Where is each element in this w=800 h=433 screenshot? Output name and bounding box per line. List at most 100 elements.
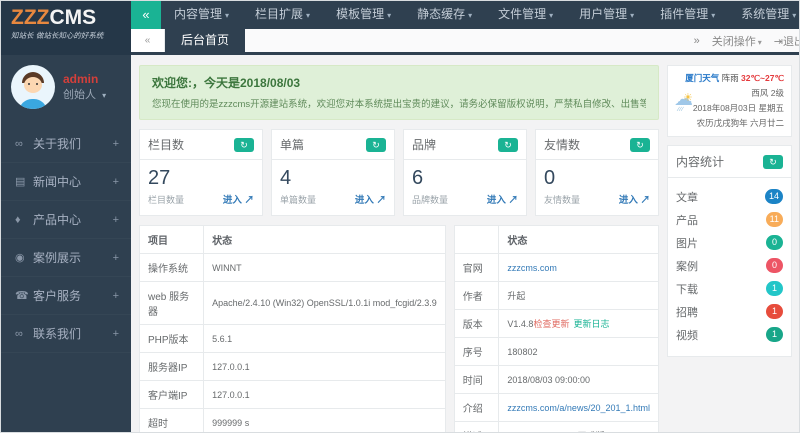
expand-plus-icon[interactable]: + — [113, 214, 119, 226]
card-label: 单篇数量 — [280, 195, 317, 205]
row-label: 版本 — [454, 309, 500, 338]
news-icon: ▤ — [15, 176, 26, 188]
cloud-sun-rain-icon: ☀ ☁ ∕∕∕ — [674, 90, 704, 115]
nav-item-template-management[interactable]: 模板管理 ▾ — [323, 1, 404, 30]
nav-item-plugin-management[interactable]: 插件管理 ▾ — [647, 1, 728, 30]
stat-cards-row: 栏目数 ↻ 27 栏目数量 进入 ↗ 单篇 ↻ 4 单篇数量 进入 ↗ 品牌 ↻… — [139, 129, 659, 216]
user-role-dropdown[interactable]: 创始人 ▾ — [63, 86, 106, 102]
count-badge: 1 — [766, 304, 783, 319]
refresh-icon: ↻ — [504, 139, 512, 150]
tabs-scroll-right-button[interactable]: » — [694, 35, 700, 47]
card-action-button[interactable]: ↻ — [234, 137, 254, 152]
row-label: 操作系统 — [140, 253, 205, 282]
system-info-table: 项目 状态 操作系统 WINNT web 服务器 Apache/2.4.10 (Wi… — [140, 226, 445, 432]
column-header: 状态 — [498, 226, 658, 254]
tab-dashboard[interactable]: 后台首页 — [165, 29, 246, 52]
sidebar-item-label: 关于我们 — [33, 137, 82, 151]
stat-label: 下载 — [676, 283, 698, 296]
sidebar-collapse-button[interactable]: « — [131, 1, 161, 29]
enter-label: 进入 — [354, 195, 374, 206]
sidebar-item-service[interactable]: ☎ 客户服务 + — [1, 277, 131, 315]
enter-link[interactable]: 进入 ↗ — [619, 192, 650, 206]
card-action-button[interactable]: ↻ — [366, 137, 386, 152]
collapse-icon: « — [142, 7, 150, 22]
stat-row-cases[interactable]: 案例 0 — [676, 254, 783, 277]
logout-icon: ⇥ — [773, 35, 783, 48]
stats-action-button[interactable]: ↻ — [763, 154, 783, 169]
weather-card: 厦门天气 阵雨 32℃~27℃ 西风 2级 2018年08月03日 星期五 农历… — [667, 65, 792, 137]
stat-row-downloads[interactable]: 下载 1 — [676, 277, 783, 300]
nav-item-content-management[interactable]: 内容管理 ▾ — [161, 1, 242, 30]
showcase-icon: ◉ — [15, 252, 25, 264]
count-badge: 11 — [765, 212, 783, 227]
nav-item-static-cache[interactable]: 静态缓存 ▾ — [404, 1, 485, 30]
table-header-row: 项目 状态 — [140, 226, 445, 254]
nav-label: 用户管理 — [579, 7, 628, 21]
logout-label: 退出 — [783, 35, 799, 48]
arrow-up-right-icon: ↗ — [508, 195, 518, 206]
tab-bar: « 后台首页 » 关闭操作▾ ⇥退出 — [131, 29, 799, 55]
sidebar-item-label: 案例展示 — [33, 251, 82, 265]
stat-row-images[interactable]: 图片 0 — [676, 231, 783, 254]
sidebar-item-contact[interactable]: ∞ 联系我们 + — [1, 315, 131, 353]
expand-plus-icon[interactable]: + — [113, 290, 119, 302]
sidebar-item-products[interactable]: ♦ 产品中心 + — [1, 201, 131, 239]
stat-row-jobs[interactable]: 招聘 1 — [676, 300, 783, 323]
refresh-icon: ↻ — [636, 139, 644, 150]
enter-link[interactable]: 进入 ↗ — [355, 192, 386, 206]
logout-button[interactable]: ⇥退出 — [774, 33, 799, 49]
expand-plus-icon[interactable]: + — [113, 138, 119, 150]
enter-link[interactable]: 进入 ↗ — [223, 192, 254, 206]
sidebar-item-news[interactable]: ▤ 新闻中心 + — [1, 163, 131, 201]
card-columns: 栏目数 ↻ 27 栏目数量 进入 ↗ — [139, 129, 263, 216]
expand-plus-icon[interactable]: + — [113, 328, 119, 340]
sidebar-item-cases[interactable]: ◉ 案例展示 + — [1, 239, 131, 277]
row-value: 127.0.0.1 — [203, 380, 445, 409]
card-label: 品牌数量 — [412, 195, 449, 205]
chevron-down-icon: ▾ — [757, 37, 762, 47]
weather-temperature: 32℃~27℃ — [741, 73, 784, 83]
right-column: 厦门天气 阵雨 32℃~27℃ 西风 2级 2018年08月03日 星期五 农历… — [667, 65, 792, 432]
enter-link[interactable]: 进入 ↗ — [487, 192, 518, 206]
expand-plus-icon[interactable]: + — [113, 252, 119, 264]
nav-item-column-extension[interactable]: 栏目扩展 ▾ — [242, 1, 323, 30]
version-value: V1.4.8 — [507, 319, 534, 329]
nav-item-file-management[interactable]: 文件管理 ▾ — [485, 1, 566, 30]
tables-row: 项目 状态 操作系统 WINNT web 服务器 Apache/2.4.10 (Wi… — [139, 225, 659, 432]
weather-headline: 厦门天气 阵雨 32℃~27℃ — [675, 72, 784, 84]
sidebar-item-about[interactable]: ∞ 关于我们 + — [1, 125, 131, 163]
chevron-down-icon: ▾ — [630, 11, 635, 20]
row-label: 时间 — [454, 365, 500, 394]
row-value: 2018/08/03 09:00:00 — [498, 365, 658, 394]
refresh-icon: ↻ — [769, 156, 777, 167]
refresh-icon: ↻ — [372, 139, 380, 150]
card-title: 友情数 — [544, 138, 581, 152]
table-row: web 服务器 Apache/2.4.10 (Win32) OpenSSL/1.0… — [140, 281, 445, 325]
card-value: 6 — [412, 167, 424, 189]
row-label: 服务器IP — [140, 352, 205, 381]
close-operations-dropdown[interactable]: 关闭操作 ▾ — [712, 33, 762, 49]
card-action-button[interactable]: ↻ — [498, 137, 518, 152]
row-value: Apache/2.4.10 (Win32) OpenSSL/1.0.1i mod… — [203, 281, 445, 325]
row-label: 超时 — [140, 408, 205, 432]
main-column: 欢迎您:，今天是2018/08/03 您现在使用的是zzzcms开源建站系统，欢… — [139, 65, 659, 432]
row-value: WINNT — [203, 253, 445, 282]
intro-news-link[interactable]: zzzcms.com/a/news/20_201_1.html — [498, 393, 658, 422]
welcome-alert: 欢迎您:，今天是2018/08/03 您现在使用的是zzzcms开源建站系统，欢… — [139, 65, 659, 120]
chevron-down-icon: ▾ — [549, 11, 554, 20]
nav-item-user-management[interactable]: 用户管理 ▾ — [566, 1, 647, 30]
stat-row-videos[interactable]: 视频 1 — [676, 323, 783, 346]
expand-plus-icon[interactable]: + — [113, 176, 119, 188]
stat-row-products[interactable]: 产品 11 — [676, 208, 783, 231]
sun-icon: ☀ — [683, 92, 693, 104]
welcome-message: 您现在使用的是zzzcms开源建站系统，欢迎您对本系统提出宝贵的建议，请务必保留… — [152, 99, 646, 110]
check-update-link[interactable]: 检查更新 — [533, 319, 569, 329]
nav-item-system-management[interactable]: 系统管理 ▾ — [728, 1, 799, 30]
official-site-link[interactable]: zzzcms.com — [498, 253, 658, 282]
card-value: 0 — [544, 167, 556, 189]
tabs-scroll-left-button[interactable]: « — [131, 29, 165, 52]
stat-row-articles[interactable]: 文章 14 — [676, 185, 783, 208]
update-log-link[interactable]: 更新日志 — [573, 319, 609, 329]
card-action-button[interactable]: ↻ — [630, 137, 650, 152]
nav-label: 文件管理 — [498, 7, 547, 21]
